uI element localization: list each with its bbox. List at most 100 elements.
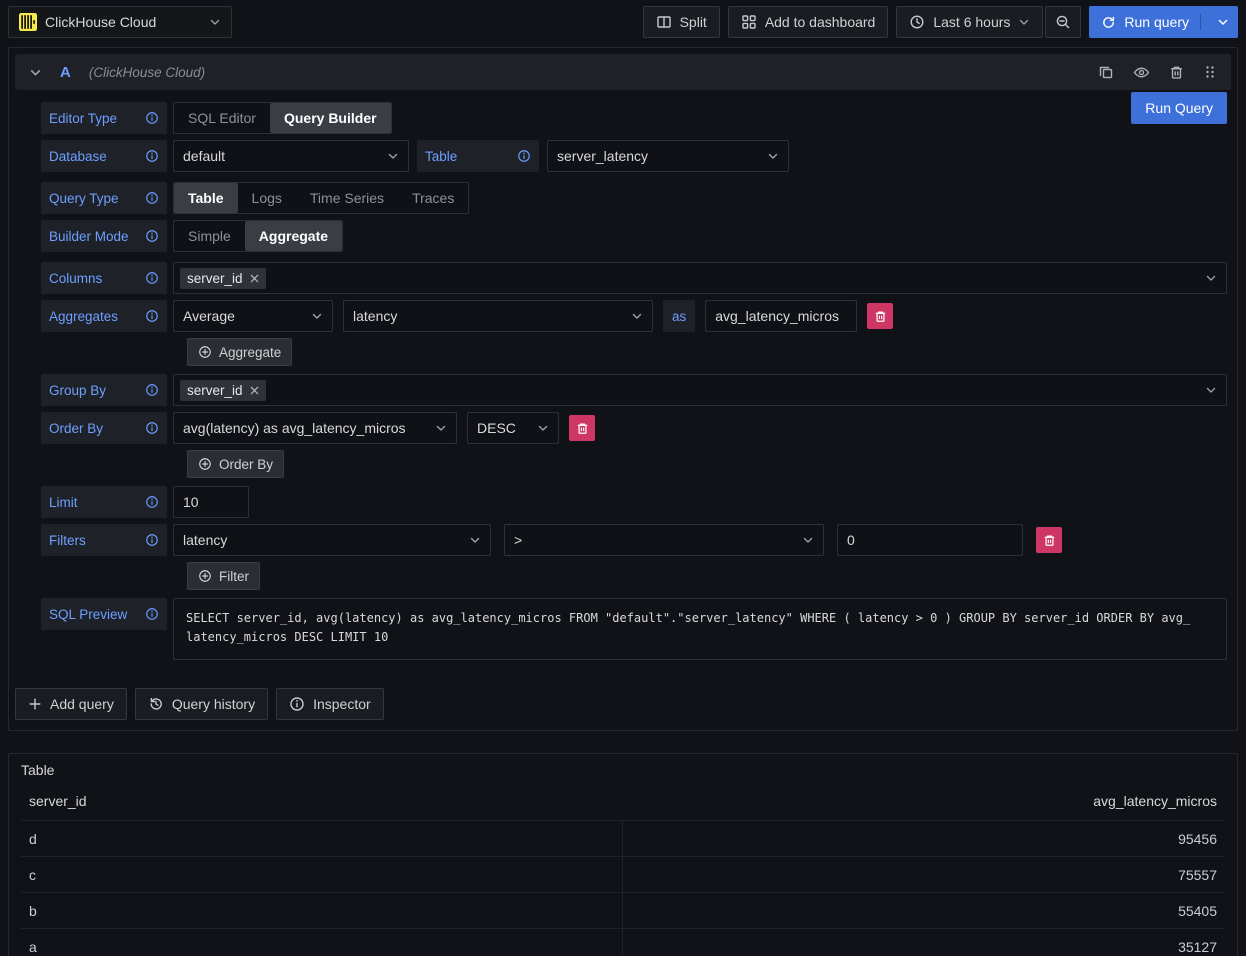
remove-filter-button[interactable] [1036,527,1062,553]
plus-circle-icon [198,345,212,359]
order-by-field-select[interactable]: avg(latency) as avg_latency_micros [173,412,457,444]
table-row[interactable]: a 35127 [21,928,1225,956]
info-icon[interactable] [145,191,159,205]
query-type-logs[interactable]: Logs [238,183,296,213]
time-range-label: Last 6 hours [933,14,1010,30]
remove-order-by-button[interactable] [569,415,595,441]
add-order-by-row: Order By [187,450,1227,478]
query-ref-id[interactable]: A [60,64,71,81]
query-type-table[interactable]: Table [174,183,238,213]
run-query-toolbar-button[interactable]: Run query [1089,6,1238,38]
zoom-out-time-button[interactable] [1045,6,1081,38]
cell-avg-latency: 55405 [623,903,1225,919]
panel-title: Table [9,754,1237,782]
results-table: server_id avg_latency_micros d 95456 c 7… [9,782,1237,956]
query-history-button[interactable]: Query history [135,688,268,720]
filters-row: Filters latency > [41,524,1227,556]
info-icon[interactable] [145,271,159,285]
add-order-by-button[interactable]: Order By [187,450,284,478]
aggregate-function-select[interactable]: Average [173,300,333,332]
columns-label: Columns [41,262,167,294]
builder-mode-aggregate[interactable]: Aggregate [245,221,342,251]
split-button[interactable]: Split [643,6,720,38]
chevron-down-icon [209,16,221,28]
aggregate-column-select[interactable]: latency [343,300,653,332]
delete-query-icon[interactable] [1169,65,1184,80]
filter-value-input[interactable] [847,532,1013,548]
query-type-time-series[interactable]: Time Series [296,183,398,213]
database-select[interactable]: default [173,140,409,172]
aggregate-column-value: latency [353,308,397,324]
group-by-multiselect[interactable]: server_id [173,374,1227,406]
aggregate-function-value: Average [183,308,235,324]
info-icon[interactable] [145,495,159,509]
aggregate-alias-field[interactable] [705,300,857,332]
table-select[interactable]: server_latency [547,140,789,172]
duplicate-query-icon[interactable] [1098,64,1114,80]
column-header-avg-latency[interactable]: avg_latency_micros [623,793,1225,809]
table-row[interactable]: d 95456 [21,820,1225,856]
editor-type-switch: SQL Editor Query Builder [173,102,392,134]
run-query-panel-button[interactable]: Run Query [1131,92,1227,124]
editor-type-label: Editor Type [41,102,167,134]
toggle-visibility-eye-icon[interactable] [1133,64,1150,81]
limit-label: Limit [41,486,167,518]
group-by-tag: server_id [180,380,266,401]
time-range-button[interactable]: Last 6 hours [896,6,1043,38]
info-icon[interactable] [145,383,159,397]
columns-multiselect[interactable]: server_id [173,262,1227,294]
remove-tag-icon[interactable] [250,274,259,283]
add-query-button[interactable]: Add query [15,688,127,720]
filter-field-select[interactable]: latency [173,524,491,556]
query-builder-form: Editor Type SQL Editor Query Builder Dat… [9,96,1237,660]
query-builder-option[interactable]: Query Builder [270,103,391,133]
table-row[interactable]: b 55405 [21,892,1225,928]
toolbar-actions: Split Add to dashboard Last 6 hours Run … [643,6,1238,38]
add-aggregate-button[interactable]: Aggregate [187,338,292,366]
info-icon[interactable] [145,229,159,243]
clock-icon [909,14,925,30]
query-type-traces[interactable]: Traces [398,183,468,213]
filter-value-field[interactable] [837,524,1023,556]
group-by-label: Group By [41,374,167,406]
column-header-server-id[interactable]: server_id [29,793,87,809]
drag-handle-icon[interactable] [1203,64,1217,80]
query-header[interactable]: A (ClickHouse Cloud) [15,54,1231,90]
limit-input[interactable] [183,494,239,510]
run-query-dropdown[interactable] [1209,16,1237,28]
query-header-actions [1098,64,1217,81]
info-icon[interactable] [145,149,159,163]
sql-editor-option[interactable]: SQL Editor [174,103,270,133]
add-aggregate-row: Aggregate [187,338,1227,366]
table-row[interactable]: c 75557 [21,856,1225,892]
query-type-label: Query Type [41,182,167,214]
query-type-switch: Table Logs Time Series Traces [173,182,469,214]
collapse-chevron-icon[interactable] [29,66,42,79]
filter-operator-select[interactable]: > [504,524,824,556]
info-icon[interactable] [145,421,159,435]
filter-field-value: latency [183,532,227,548]
limit-field[interactable] [173,486,249,518]
add-filter-button[interactable]: Filter [187,562,260,590]
remove-aggregate-button[interactable] [867,303,893,329]
cell-server-id: d [21,821,623,856]
inspector-button[interactable]: Inspector [276,688,384,720]
order-by-row: Order By avg(latency) as avg_latency_mic… [41,412,1227,444]
datasource-picker[interactable]: ClickHouse Cloud [8,6,232,38]
cell-server-id: b [21,893,623,928]
top-toolbar: ClickHouse Cloud Split Add to dashboard … [0,0,1246,43]
info-icon[interactable] [145,607,159,621]
add-to-dashboard-button[interactable]: Add to dashboard [728,6,889,38]
time-picker-group: Last 6 hours [896,6,1081,38]
info-icon[interactable] [145,309,159,323]
builder-mode-simple[interactable]: Simple [174,221,245,251]
query-type-row: Query Type Table Logs Time Series Traces [41,182,1227,214]
aggregate-alias-input[interactable] [715,308,847,324]
info-icon[interactable] [145,111,159,125]
chevron-down-icon [1205,384,1217,396]
run-query-main[interactable]: Run query [1090,14,1201,30]
info-icon[interactable] [517,149,531,163]
remove-tag-icon[interactable] [250,386,259,395]
info-icon[interactable] [145,533,159,547]
order-by-direction-select[interactable]: DESC [467,412,559,444]
